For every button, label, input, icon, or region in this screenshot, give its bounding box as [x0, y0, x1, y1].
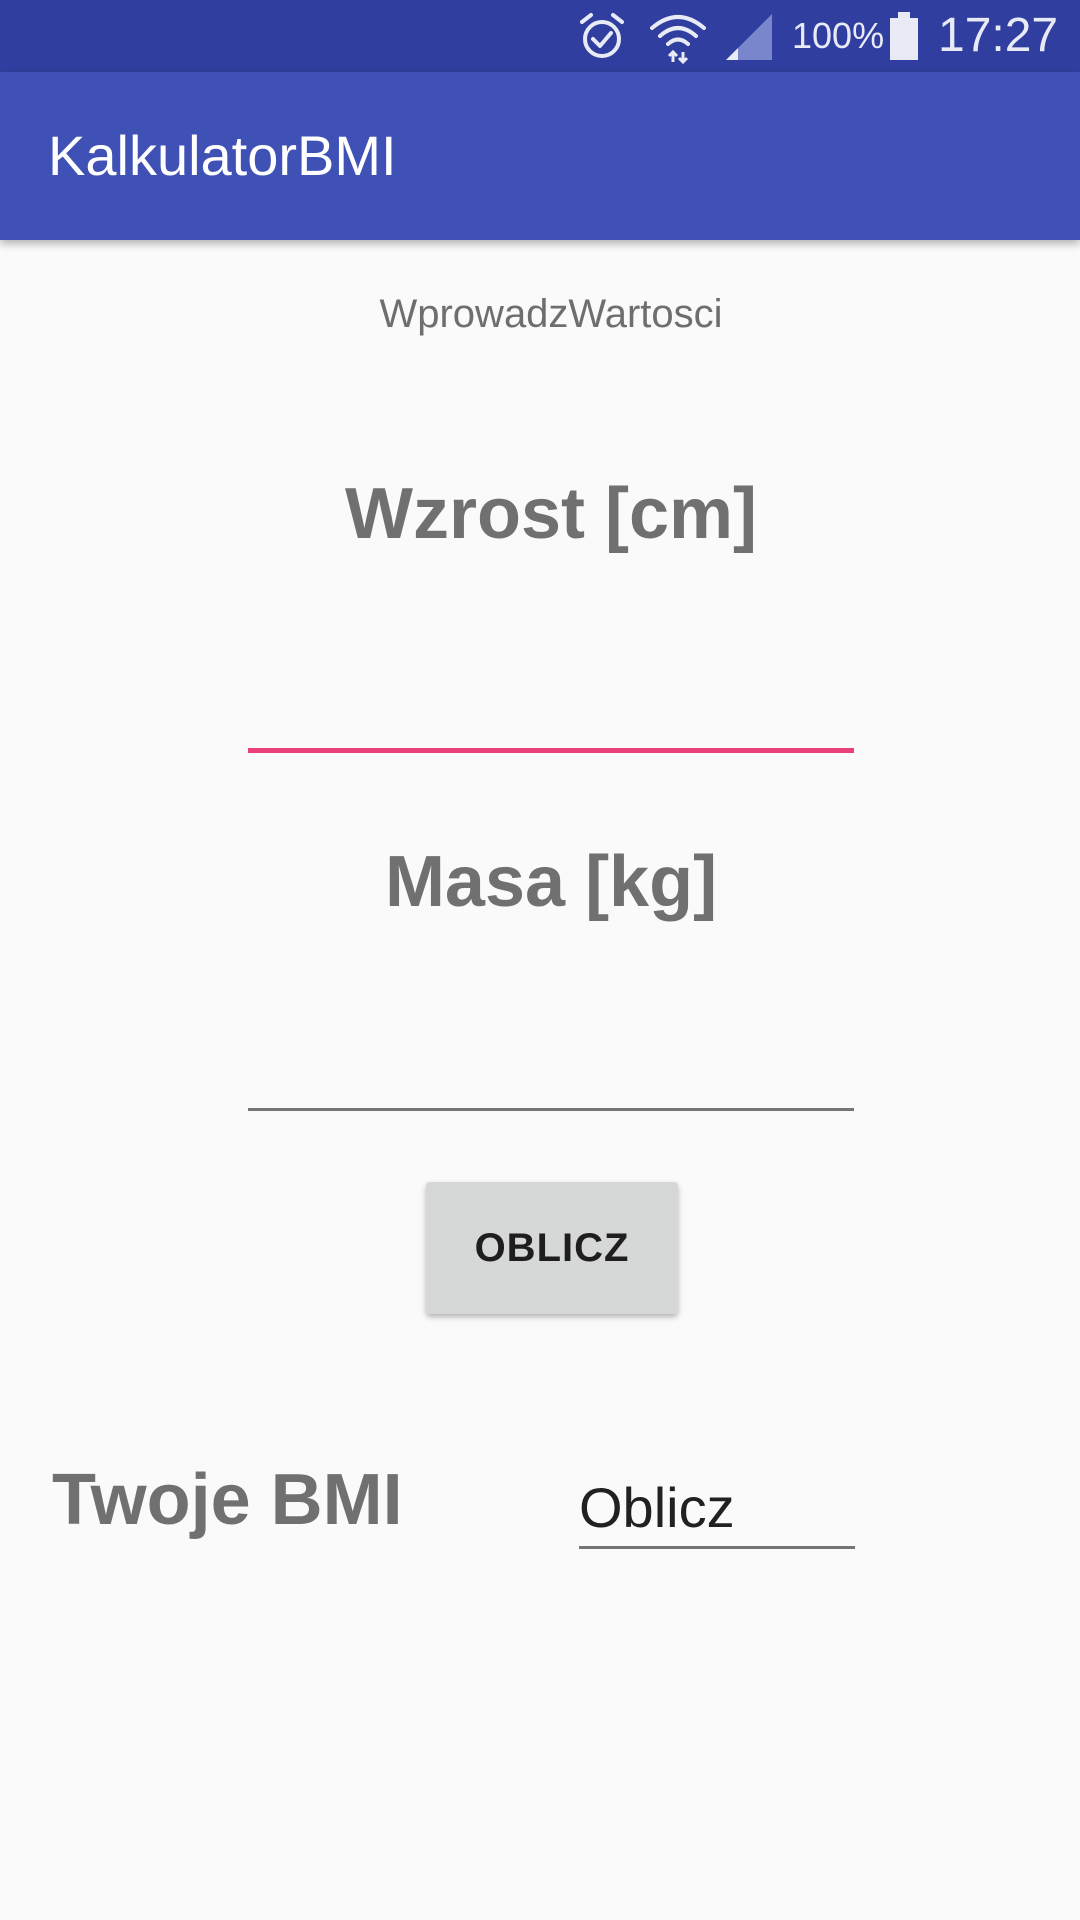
height-input[interactable]: [248, 688, 854, 753]
subtitle: WprowadzWartosci: [379, 292, 723, 336]
mass-input[interactable]: [248, 1048, 854, 1111]
battery-percent: 100%: [792, 15, 885, 56]
app-title: KalkulatorBMI: [48, 124, 397, 187]
mass-label: Masa [kg]: [384, 842, 718, 922]
alarm-icon: [580, 13, 624, 58]
app-screen: 100% 17:27 KalkulatorBMI WprowadzWartosc…: [0, 0, 1080, 1920]
battery-icon: [890, 12, 918, 60]
height-label: Wzrost [cm]: [345, 474, 757, 554]
bmi-label: Twoje BMI: [52, 1460, 403, 1540]
signal-icon: [726, 14, 772, 60]
bmi-result-field: Oblicz: [579, 1474, 855, 1549]
wifi-icon: [650, 15, 706, 64]
calculate-button[interactable]: OBLICZ: [426, 1182, 678, 1314]
status-bar: 100% 17:27: [0, 0, 1080, 72]
clock: 17:27: [938, 9, 1059, 62]
app-bar: KalkulatorBMI: [0, 72, 1080, 240]
